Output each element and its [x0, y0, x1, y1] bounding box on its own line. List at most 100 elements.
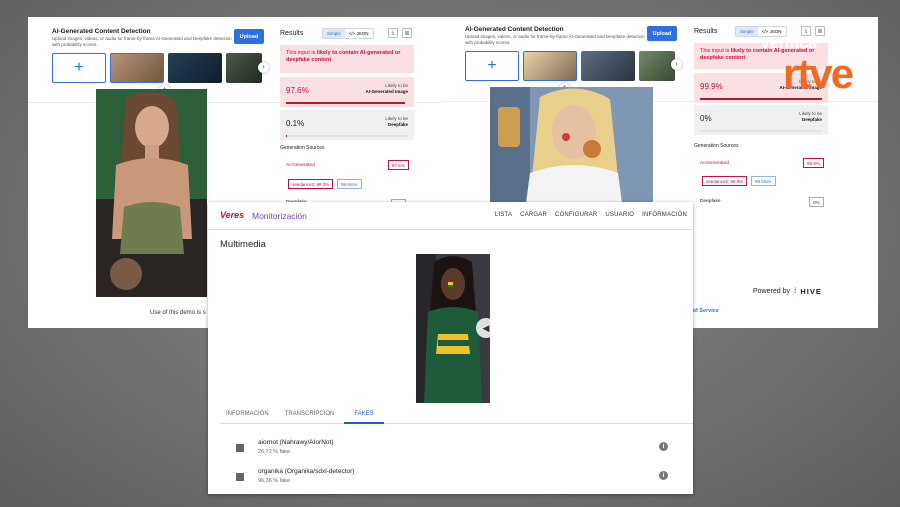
chevron-right-icon[interactable]: ›: [258, 62, 269, 73]
ai-generated-row: AI-Generated: [286, 163, 315, 168]
nav-usuario[interactable]: USUARIO: [605, 212, 634, 218]
fan-photo-illustration: [490, 87, 653, 203]
ai-score-bar: [700, 98, 822, 100]
more-sources-pill[interactable]: 99 More: [337, 179, 362, 189]
view-json-button[interactable]: </> JSON: [345, 29, 373, 38]
generation-sources-heading: Generation Sources: [280, 145, 325, 151]
plus-icon: +: [487, 57, 497, 74]
chevron-right-icon[interactable]: ›: [671, 59, 682, 70]
detection-alert: This input is likely to contain AI-gener…: [280, 45, 414, 73]
download-icon[interactable]: ⤓: [388, 28, 398, 38]
footer-terms-text: Use of this demo is s: [150, 310, 206, 316]
main-nav: LISTA CARGAR CONFIGURAR USUARIO INFORMAC…: [495, 212, 687, 218]
monitorizacion-panel: Veres Monitorización LISTA CARGAR CONFIG…: [208, 202, 693, 494]
source-pill[interactable]: seedance2: 98.3%: [288, 179, 334, 189]
source-pill[interactable]: seedance2: 99.9%: [702, 176, 748, 186]
ai-score-bar: [286, 102, 408, 104]
deepfake-label-main: Deepfake: [387, 122, 408, 127]
deepfake-pill: 0%: [809, 197, 824, 207]
nav-configurar[interactable]: CONFIGURAR: [555, 212, 597, 218]
hive-subtitle: Upload images, videos, or audio for fram…: [465, 34, 645, 45]
deepfake-score-bar: [700, 130, 822, 132]
tab-fakes[interactable]: FAKES: [344, 408, 384, 424]
tab-informacion[interactable]: INFORMACIÓN: [220, 408, 275, 424]
ai-generated-pill: 97.6%: [388, 160, 409, 170]
plus-icon: +: [74, 59, 84, 76]
deepfake-label-main: Deepfake: [801, 117, 822, 122]
nav-cargar[interactable]: CARGAR: [520, 212, 547, 218]
thumbnail-3[interactable]: [639, 51, 675, 81]
nav-lista[interactable]: LISTA: [495, 212, 512, 218]
ai-score-value: 97.6%: [286, 86, 309, 95]
powered-by-text: Powered by: [753, 288, 790, 295]
hive-title: AI-Generated Content Detection: [465, 26, 564, 33]
view-toggle: Simple </> JSON: [322, 28, 374, 39]
hive-subtitle: Upload images, videos, or audio for fram…: [52, 36, 232, 47]
deepfake-score-label: Likely to be Deepfake: [799, 111, 822, 123]
view-simple-button[interactable]: Simple: [323, 29, 345, 38]
bar-chart-icon: [236, 473, 244, 481]
detector-name: organika (Organika/sdxl-detector): [258, 468, 355, 475]
deepfake-score-card: 0% Likely to be Deepfake: [694, 105, 828, 135]
section-title: Multimedia: [220, 239, 266, 250]
results-heading: Results: [694, 28, 718, 35]
hive-brand: HIVE: [800, 287, 822, 296]
deepfake-label-top: Likely to be: [385, 116, 408, 121]
hive-title: AI-Generated Content Detection: [52, 28, 151, 35]
media-tabs: INFORMACIÓN TRANSCRIPCIÓN FAKES: [220, 408, 693, 424]
ai-generated-row: AI-Generated: [700, 161, 729, 166]
powered-by-hive: Powered by ⁞ HIVE: [753, 287, 822, 296]
nav-informacion[interactable]: INFORMACIÓN: [642, 212, 687, 218]
deepfake-row: Deepfake: [700, 199, 721, 204]
ai-generated-score-card: 97.6% Likely to be AI-Generated Image: [280, 77, 414, 107]
deepfake-score-label: Likely to be Deepfake: [385, 116, 408, 128]
info-icon[interactable]: i: [659, 471, 668, 480]
view-simple-button[interactable]: Simple: [736, 27, 758, 36]
analyzed-image: [490, 87, 653, 203]
deepfake-score-value: 0%: [700, 114, 712, 123]
ai-score-fill: [286, 102, 406, 104]
hive-logo-icon: ⁞: [793, 288, 797, 295]
woman-photo-illustration: [96, 89, 207, 297]
thumbnail-1[interactable]: [110, 53, 164, 83]
play-icon[interactable]: ◀: [476, 318, 496, 338]
deepfake-score-bar: [286, 135, 408, 137]
logo-brand: Veres: [220, 210, 245, 220]
more-sources-pill[interactable]: 99 More: [751, 176, 776, 186]
detector-value: 96,36 % fake: [258, 478, 291, 484]
thumbnail-3[interactable]: [226, 53, 262, 83]
rtve-logo: rtve: [783, 50, 854, 97]
thumbnail-2[interactable]: [581, 51, 635, 81]
analyzed-image: [96, 89, 207, 297]
list-item: organika (Organika/sdxl-detector) 96,36 …: [228, 465, 668, 491]
deepfake-label-top: Likely to be: [799, 111, 822, 116]
document-icon[interactable]: ≣: [402, 28, 412, 38]
add-media-button[interactable]: +: [465, 51, 519, 81]
ai-label-main: AI-Generated Image: [365, 89, 408, 94]
generation-sources-heading: Generation Sources: [694, 143, 739, 149]
deepfake-score-value: 0.1%: [286, 119, 305, 128]
deepfake-score-card: 0.1% Likely to be Deepfake: [280, 110, 414, 140]
ai-score-fill: [700, 98, 822, 100]
app-name: Monitorización: [252, 211, 307, 221]
ai-score-label: Likely to be AI-Generated Image: [365, 83, 408, 95]
bar-chart-icon: [236, 444, 244, 452]
ai-label-top: Likely to be: [385, 83, 408, 88]
results-heading: Results: [280, 30, 304, 37]
info-icon[interactable]: i: [659, 442, 668, 451]
list-item: aiornot (Nahrawy/AIorNot) 26,72 % fake i: [228, 436, 668, 462]
top-navigation-bar: Veres Monitorización LISTA CARGAR CONFIG…: [208, 202, 693, 230]
add-media-button[interactable]: +: [52, 53, 106, 83]
detector-value: 26,72 % fake: [258, 449, 291, 455]
alert-prefix: This input is: [700, 48, 731, 54]
ai-generated-pill: 99.9%: [803, 158, 824, 168]
detector-name: aiornot (Nahrawy/AIorNot): [258, 439, 334, 446]
upload-button[interactable]: Upload: [234, 29, 264, 44]
thumbnail-1[interactable]: [523, 51, 577, 81]
upload-button[interactable]: Upload: [647, 26, 677, 41]
alert-prefix: This input is: [286, 50, 317, 56]
app-logo: Veres: [220, 210, 244, 220]
ai-score-value: 99.9%: [700, 82, 723, 91]
tab-transcripcion[interactable]: TRANSCRIPCIÓN: [279, 408, 341, 424]
thumbnail-2[interactable]: [168, 53, 222, 83]
